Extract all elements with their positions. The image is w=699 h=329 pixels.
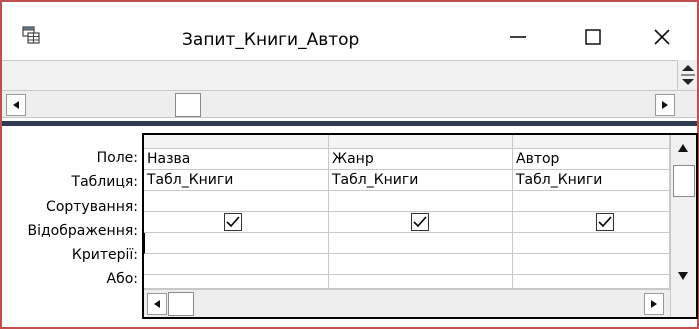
scroll-up-button[interactable] <box>673 137 693 159</box>
grid-cell-show[interactable] <box>513 212 670 233</box>
grid-cell-show[interactable] <box>329 212 513 233</box>
minimize-button[interactable] <box>498 22 538 52</box>
grid-vertical-scrollbar[interactable] <box>670 135 696 317</box>
grid-cell-sort[interactable] <box>329 191 513 212</box>
arrow-right-icon <box>662 101 668 109</box>
scroll-up-down-icon <box>681 65 695 85</box>
grid-cell-table[interactable]: Табл_Книги <box>329 170 513 191</box>
arrow-down-icon <box>678 272 688 280</box>
grid-cell-empty[interactable] <box>329 275 513 289</box>
grid-cell-or[interactable] <box>513 254 670 275</box>
title-bar[interactable]: Запит_Книги_Автор <box>2 2 697 60</box>
scroll-down-button[interactable] <box>673 265 693 287</box>
grid-cell-table[interactable]: Табл_Книги <box>144 170 329 191</box>
arrow-right-icon <box>651 300 657 308</box>
grid-cell-empty[interactable] <box>144 275 329 289</box>
column-selector[interactable] <box>513 135 670 149</box>
minimize-icon <box>510 36 526 38</box>
maximize-button[interactable] <box>573 22 613 52</box>
row-label-or: Або: <box>106 271 139 287</box>
scroll-thumb[interactable] <box>175 93 201 117</box>
column-selector[interactable] <box>329 135 513 149</box>
grid-cell-sort[interactable] <box>144 191 329 212</box>
grid-cell-field[interactable]: Назва <box>144 149 329 170</box>
grid-horizontal-scrollbar[interactable] <box>144 289 670 317</box>
grid-cell-field[interactable]: Жанр <box>329 149 513 170</box>
show-checkbox[interactable] <box>411 213 429 231</box>
window-title: Запит_Книги_Автор <box>182 30 360 50</box>
query-designer-window: Запит_Книги_Автор Поле: Таблиця: Сортува… <box>0 0 699 329</box>
column-selector[interactable] <box>144 135 329 149</box>
scroll-left-button[interactable] <box>147 293 167 315</box>
table-pane-vertical-scrollbar[interactable] <box>677 60 697 90</box>
row-label-criteria: Критерії: <box>71 247 138 263</box>
query-design-icon <box>22 26 40 44</box>
arrow-left-icon <box>13 101 19 109</box>
close-icon <box>654 29 670 45</box>
row-label-table: Таблиця: <box>71 174 138 190</box>
show-checkbox[interactable] <box>224 213 242 231</box>
design-grid-pane: Поле: Таблиця: Сортування: Відображення:… <box>2 126 698 327</box>
grid-cell-or[interactable] <box>329 254 513 275</box>
scroll-thumb[interactable] <box>673 165 695 197</box>
scroll-right-button[interactable] <box>644 293 664 315</box>
design-grid: Назва Табл_Книги Жанр Табл_Книги Автор Т… <box>142 133 698 319</box>
arrow-up-icon <box>678 144 688 152</box>
close-button[interactable] <box>642 22 682 52</box>
checkmark-icon <box>226 216 240 228</box>
row-label-sort: Сортування: <box>46 199 138 215</box>
grid-cell-criteria[interactable] <box>513 233 670 254</box>
scroll-left-button[interactable] <box>6 94 26 116</box>
grid-cell-field[interactable]: Автор <box>513 149 670 170</box>
grid-cell-sort[interactable] <box>513 191 670 212</box>
table-pane[interactable] <box>2 60 697 90</box>
grid-cell-or[interactable] <box>144 254 329 275</box>
grid-cell-empty[interactable] <box>513 275 670 289</box>
scroll-right-button[interactable] <box>655 94 675 116</box>
table-pane-horizontal-scrollbar[interactable] <box>2 90 697 118</box>
maximize-icon <box>585 29 601 45</box>
row-label-field: Поле: <box>96 150 138 166</box>
checkmark-icon <box>413 216 427 228</box>
grid-cell-criteria[interactable] <box>144 233 329 254</box>
checkmark-icon <box>598 216 612 228</box>
arrow-left-icon <box>154 300 160 308</box>
scroll-thumb[interactable] <box>168 292 194 316</box>
grid-cell-table[interactable]: Табл_Книги <box>513 170 670 191</box>
show-checkbox[interactable] <box>596 213 614 231</box>
grid-cell-show[interactable] <box>144 212 329 233</box>
grid-cell-criteria[interactable] <box>329 233 513 254</box>
row-label-show: Відображення: <box>27 223 138 239</box>
